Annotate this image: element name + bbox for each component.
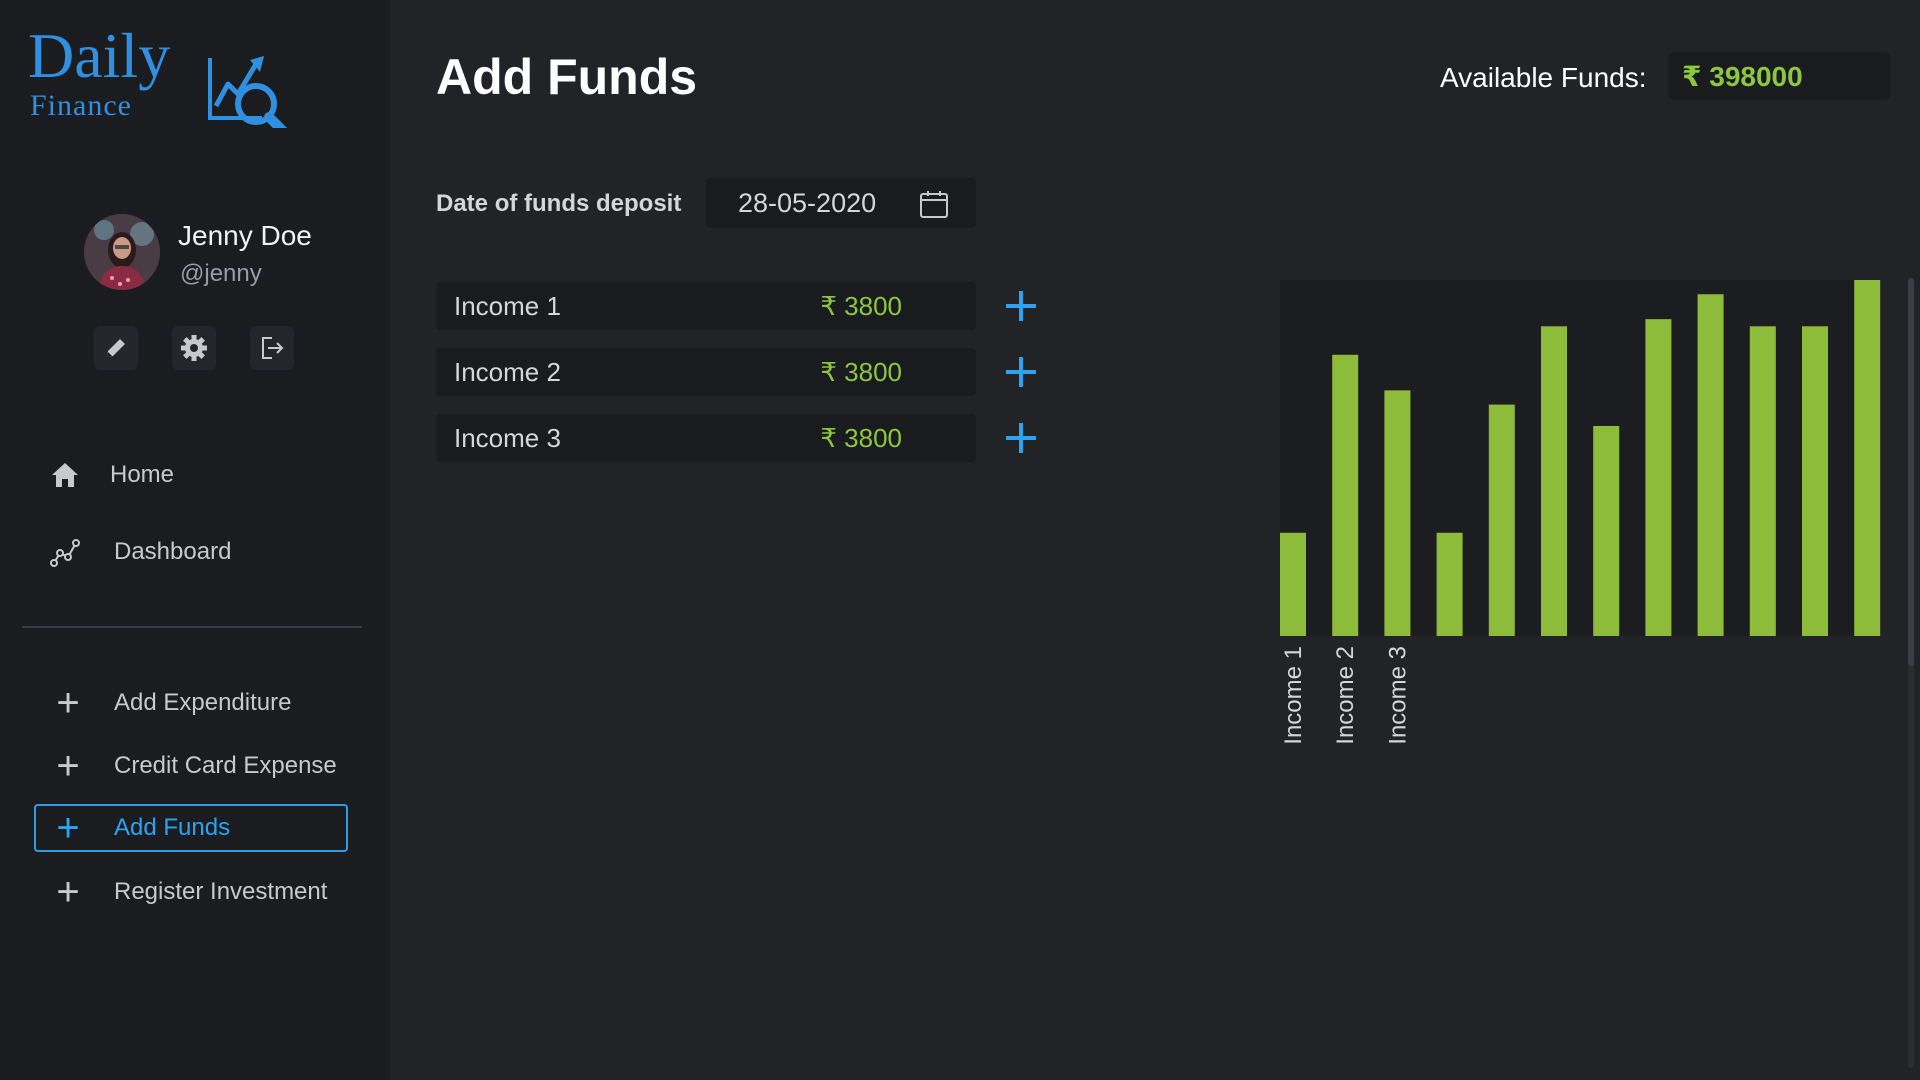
add-funds-button[interactable]: + Add Funds: [34, 804, 348, 852]
income-label: Income 1: [454, 290, 561, 321]
logo-subtitle: Finance: [30, 89, 132, 122]
plus-icon: +: [56, 744, 80, 788]
chart-x-label: Income 1: [1280, 646, 1307, 745]
nav-dashboard[interactable]: Dashboard: [50, 537, 231, 567]
chart-bar: [1332, 354, 1359, 636]
chart-bar: [1802, 326, 1828, 636]
logout-icon: [262, 337, 284, 359]
income-amount[interactable]: ₹ 3800: [820, 357, 902, 388]
chart-bar: [1749, 326, 1776, 636]
user-handle: @jenny: [180, 260, 262, 287]
edit-profile-button[interactable]: [94, 326, 138, 370]
income-label: Income 2: [454, 356, 561, 387]
home-icon: [52, 463, 78, 487]
available-funds-label: Available Funds:: [1440, 62, 1647, 93]
plus-icon: +: [56, 681, 80, 725]
sidebar: Daily Finance Jenny Doe @jenny Home Dash…: [0, 0, 390, 1080]
deposit-date-value: 28-05-2020: [738, 187, 877, 218]
plus-icon: [1006, 291, 1036, 321]
chart-bar: [1488, 404, 1515, 636]
logo-title: Daily: [28, 20, 171, 91]
scrollbar-thumb[interactable]: [1908, 278, 1914, 666]
register-investment-label: Register Investment: [114, 878, 328, 905]
income-bar-chart: Income 1 Income 2 Income 3: [1280, 280, 1881, 745]
plus-icon: +: [56, 806, 80, 850]
scrollbar[interactable]: [1908, 278, 1914, 1068]
plus-icon: [1006, 423, 1036, 453]
add-income-button[interactable]: [1000, 348, 1042, 396]
logout-button[interactable]: [250, 326, 294, 370]
add-funds-label: Add Funds: [114, 814, 231, 841]
plus-icon: [1006, 357, 1036, 387]
deposit-date-label: Date of funds deposit: [436, 190, 682, 217]
income-amount[interactable]: ₹ 3800: [820, 423, 902, 454]
chart-x-label: Income 2: [1332, 646, 1359, 745]
analytics-icon: [50, 539, 80, 567]
avatar-image: [84, 214, 160, 290]
settings-button[interactable]: [172, 326, 216, 370]
chart-bar: [1854, 280, 1881, 636]
chart-bar: [1541, 326, 1567, 636]
chart-bar: [1645, 319, 1672, 636]
income-amount[interactable]: ₹ 3800: [820, 291, 902, 322]
add-income-button[interactable]: [1000, 414, 1042, 462]
deposit-date-field[interactable]: 28-05-2020: [706, 178, 976, 228]
income-row[interactable]: Income 3 ₹ 3800: [436, 414, 976, 462]
nav-dashboard-label: Dashboard: [114, 538, 232, 565]
chart-plot-area: [1280, 280, 1880, 636]
add-income-button[interactable]: [1000, 282, 1042, 330]
nav-home-label: Home: [110, 461, 175, 488]
income-row[interactable]: Income 1 ₹ 3800: [436, 282, 976, 330]
credit-card-expense-label: Credit Card Expense: [114, 752, 337, 779]
chart-x-label: Income 3: [1384, 646, 1411, 745]
page-title: Add Funds: [436, 49, 698, 105]
chart-bar: [1384, 390, 1411, 636]
income-row[interactable]: Income 2 ₹ 3800: [436, 348, 976, 396]
calendar-icon[interactable]: [918, 188, 950, 220]
income-label: Income 3: [454, 422, 561, 453]
credit-card-expense-button[interactable]: + Credit Card Expense: [34, 742, 348, 790]
chart-bar: [1593, 425, 1620, 636]
plus-icon: +: [56, 870, 80, 914]
edit-icon: [107, 339, 125, 357]
register-investment-button[interactable]: + Register Investment: [34, 868, 348, 916]
add-expenditure-label: Add Expenditure: [114, 689, 292, 716]
sidebar-divider: [22, 626, 362, 628]
chart-magnifier-icon: [208, 56, 288, 128]
chart-bar: [1697, 294, 1724, 636]
chart-bar: [1280, 532, 1306, 636]
user-name: Jenny Doe: [178, 220, 312, 251]
nav-home[interactable]: Home: [50, 460, 174, 490]
profile-actions: [94, 326, 294, 370]
avatar[interactable]: [84, 214, 160, 290]
app-logo[interactable]: Daily Finance: [28, 20, 288, 128]
available-funds-value: ₹ 398000: [1668, 52, 1890, 100]
gear-icon: [181, 335, 207, 361]
chart-bar: [1436, 532, 1463, 636]
add-expenditure-button[interactable]: + Add Expenditure: [34, 679, 348, 727]
